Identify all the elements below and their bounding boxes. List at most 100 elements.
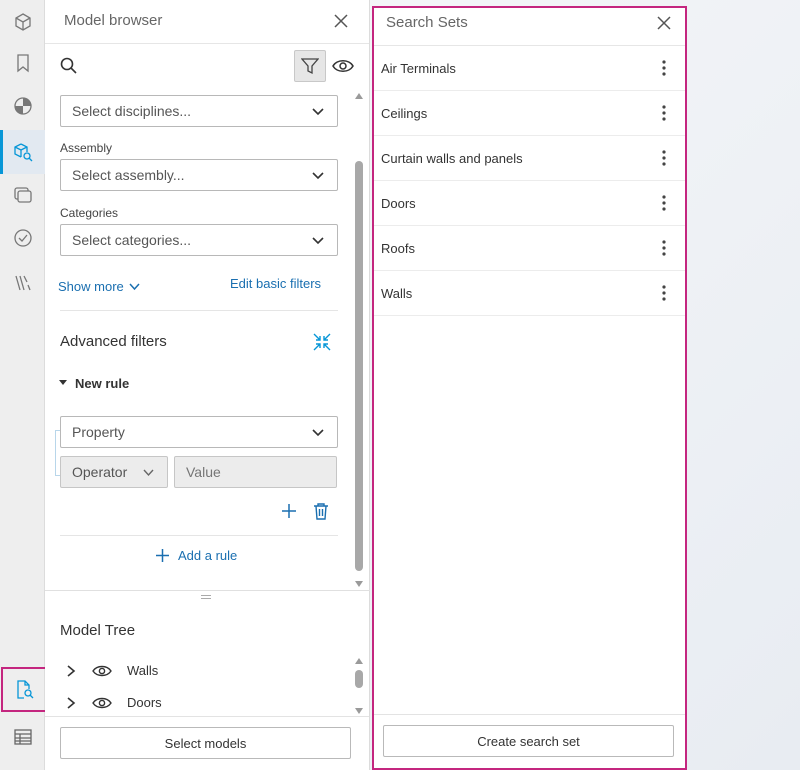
model-browser-footer: Select models xyxy=(45,716,369,770)
search-set-row[interactable]: Roofs xyxy=(374,226,685,271)
filters-scrollbar[interactable] xyxy=(354,89,364,589)
more-vertical-icon[interactable] xyxy=(659,149,669,167)
model-search-icon xyxy=(13,143,32,162)
collapse-arrows-icon xyxy=(313,333,331,351)
visibility-toggle-button[interactable] xyxy=(332,56,354,76)
delete-rule-button[interactable] xyxy=(311,501,331,521)
chevron-down-icon xyxy=(312,172,324,180)
search-set-row[interactable]: Air Terminals xyxy=(374,46,685,91)
search-set-row[interactable]: Doors xyxy=(374,181,685,226)
collapse-advanced-filters-button[interactable] xyxy=(312,332,332,352)
tree-row[interactable]: Walls xyxy=(60,660,340,684)
close-model-browser-button[interactable] xyxy=(332,12,350,30)
assembly-select[interactable]: Select assembly... xyxy=(60,159,338,191)
model-browser-header: Model browser xyxy=(45,0,369,44)
add-condition-button[interactable] xyxy=(279,501,299,521)
more-vertical-icon[interactable] xyxy=(659,104,669,122)
disciplines-select[interactable]: Select disciplines... xyxy=(60,95,338,127)
model-tree-title: Model Tree xyxy=(60,622,136,639)
rail-button-layers[interactable] xyxy=(0,173,45,217)
road-icon xyxy=(14,275,31,291)
chevron-right-icon[interactable] xyxy=(65,665,77,677)
disciplines-placeholder: Select disciplines... xyxy=(72,103,192,119)
property-select[interactable]: Property xyxy=(60,416,338,448)
rule-title: New rule xyxy=(75,376,130,391)
pie-chart-icon xyxy=(13,97,32,115)
search-set-label: Roofs xyxy=(381,241,415,256)
search-set-label: Walls xyxy=(381,286,413,301)
create-search-set-button[interactable]: Create search set xyxy=(383,725,674,757)
search-sets-header: Search Sets xyxy=(374,8,685,46)
chevron-down-icon xyxy=(143,469,154,477)
scroll-thumb[interactable] xyxy=(355,670,363,688)
eye-icon[interactable] xyxy=(92,695,112,711)
operator-placeholder: Operator xyxy=(72,464,128,480)
panel-resize-handle[interactable] xyxy=(45,590,370,602)
search-sets-panel: Search Sets Air Terminals Ceilings Curta… xyxy=(372,6,687,770)
search-set-row[interactable]: Ceilings xyxy=(374,91,685,136)
close-icon xyxy=(334,14,348,28)
search-set-label: Curtain walls and panels xyxy=(381,151,523,166)
table-icon xyxy=(13,729,32,745)
search-set-label: Doors xyxy=(381,196,416,211)
value-input[interactable] xyxy=(174,456,337,488)
chevron-down-icon xyxy=(312,108,324,116)
search-set-label: Air Terminals xyxy=(381,61,456,76)
cube-icon xyxy=(14,13,31,31)
check-circle-icon xyxy=(13,229,32,247)
section-divider xyxy=(60,310,338,311)
assembly-placeholder: Select assembly... xyxy=(72,167,185,183)
add-rule-button[interactable]: Add a rule xyxy=(155,548,237,563)
property-placeholder: Property xyxy=(72,424,125,440)
grip-icon xyxy=(201,595,211,599)
select-models-button[interactable]: Select models xyxy=(60,727,351,759)
filter-toggle-button[interactable] xyxy=(294,50,326,82)
model-browser-panel: Model browser Select disciplines... Asse… xyxy=(45,0,370,770)
search-button[interactable] xyxy=(59,56,79,76)
plus-icon xyxy=(282,504,296,518)
chevron-down-icon xyxy=(312,429,324,437)
scroll-down-arrow-icon[interactable] xyxy=(355,581,363,587)
rail-button-views[interactable] xyxy=(0,41,45,85)
rail-button-issues[interactable] xyxy=(0,216,45,260)
more-vertical-icon[interactable] xyxy=(659,284,669,302)
rail-button-properties[interactable] xyxy=(0,715,45,759)
eye-icon[interactable] xyxy=(92,663,112,679)
search-set-row[interactable]: Curtain walls and panels xyxy=(374,136,685,181)
rail-button-search-sets[interactable] xyxy=(1,667,49,712)
rail-button-alignment[interactable] xyxy=(0,260,45,304)
chevron-down-icon xyxy=(312,237,324,245)
tree-row[interactable]: Doors xyxy=(60,692,340,716)
edit-basic-filters-link[interactable]: Edit basic filters xyxy=(230,276,321,291)
categories-select[interactable]: Select categories... xyxy=(60,224,338,256)
advanced-filters-title: Advanced filters xyxy=(60,333,167,350)
document-search-icon xyxy=(17,679,34,699)
categories-label: Categories xyxy=(60,206,119,220)
tree-scrollbar[interactable] xyxy=(354,658,364,714)
more-vertical-icon[interactable] xyxy=(659,239,669,257)
scroll-up-arrow-icon[interactable] xyxy=(355,93,363,99)
show-more-link[interactable]: Show more xyxy=(58,279,140,294)
rail-button-model-browser[interactable] xyxy=(0,130,45,174)
operator-select[interactable]: Operator xyxy=(60,456,168,488)
rail-button-model[interactable] xyxy=(0,0,45,44)
funnel-icon xyxy=(301,58,319,75)
chevron-right-icon[interactable] xyxy=(65,697,77,709)
categories-placeholder: Select categories... xyxy=(72,232,192,248)
search-icon xyxy=(60,57,77,74)
bookmark-icon xyxy=(16,54,29,73)
tree-item-label: Doors xyxy=(127,695,162,710)
scroll-down-arrow-icon[interactable] xyxy=(355,708,363,714)
search-set-row[interactable]: Walls xyxy=(374,271,685,316)
scroll-up-arrow-icon[interactable] xyxy=(355,658,363,664)
close-search-sets-button[interactable] xyxy=(655,14,673,32)
trash-icon xyxy=(314,502,328,520)
more-vertical-icon[interactable] xyxy=(659,194,669,212)
eye-icon xyxy=(332,60,354,72)
more-vertical-icon[interactable] xyxy=(659,59,669,77)
rule-expand-caret-icon[interactable] xyxy=(59,380,67,385)
scroll-thumb[interactable] xyxy=(355,161,363,571)
filters-scroll-area: Select disciplines... Assembly Select as… xyxy=(45,89,370,589)
layers-icon xyxy=(13,187,32,203)
rail-button-sheets[interactable] xyxy=(0,84,45,128)
